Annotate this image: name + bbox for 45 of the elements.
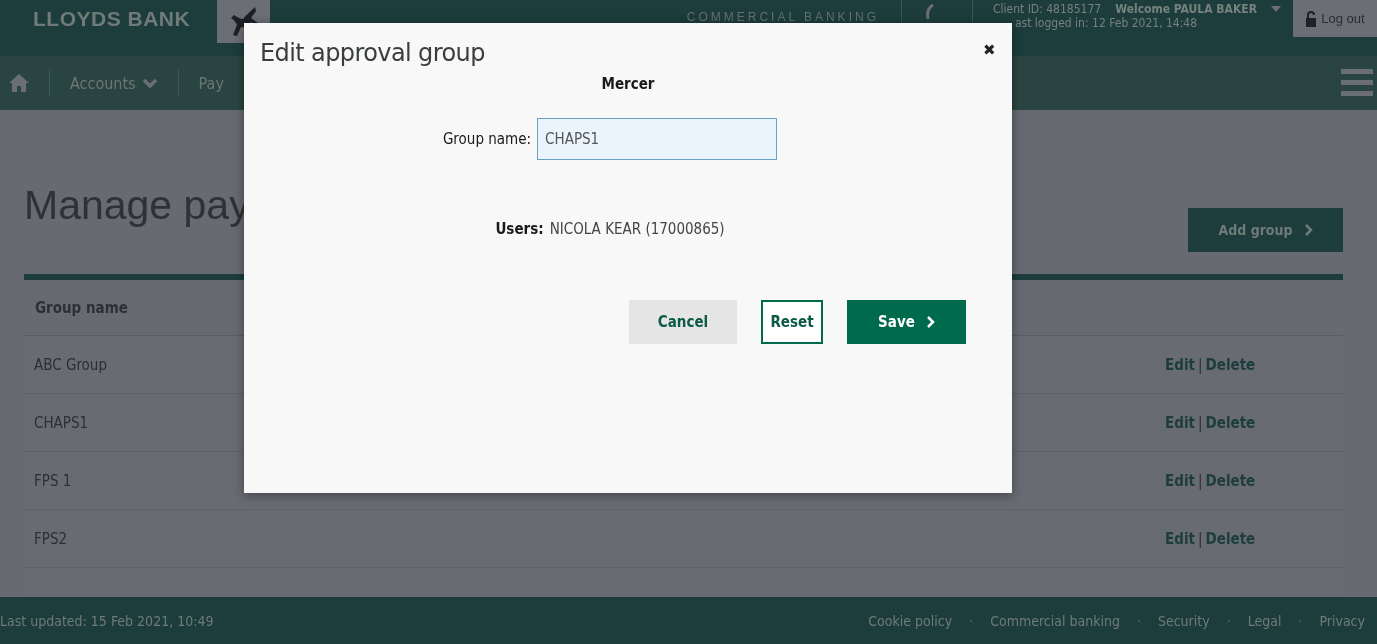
client-id: Client ID: 48185177 — [992, 2, 1102, 16]
save-button[interactable]: Save — [847, 300, 966, 344]
logout-button[interactable]: Log out — [1293, 0, 1377, 37]
company-name: Mercer — [600, 75, 656, 93]
segment-label: COMMERCIAL BANKING — [686, 9, 879, 26]
last-logged-in: ast logged in: 12 Feb 2021, 14:48 — [1014, 16, 1199, 30]
table-cell: FPS2 — [24, 509, 1155, 568]
footer-link[interactable]: Commercial banking — [990, 612, 1120, 629]
edit-link[interactable]: Edit — [1165, 529, 1195, 548]
delete-link[interactable]: Delete — [1205, 413, 1256, 432]
modal-title: Edit approval group — [260, 39, 485, 67]
field-label: Group name: — [442, 130, 532, 148]
padlock-icon — [1305, 10, 1318, 27]
footer-link[interactable]: Cookie policy — [868, 612, 953, 629]
footer-link[interactable]: Security — [1157, 612, 1210, 629]
link-separator: | — [1197, 529, 1203, 548]
reset-button[interactable]: Reset — [761, 300, 823, 344]
close-button[interactable]: ✖ — [983, 41, 996, 59]
link-separator: | — [1197, 355, 1203, 374]
phone-icon[interactable] — [923, 4, 934, 20]
welcome-user[interactable]: Welcome PAULA BAKER — [1115, 2, 1257, 16]
last-updated: Last updated: 15 Feb 2021, 10:49 — [0, 612, 214, 629]
users-value: NICOLA KEAR (17000865) — [549, 220, 725, 238]
edit-link[interactable]: Edit — [1165, 413, 1195, 432]
bank-logo: LLOYDS BANK — [33, 7, 191, 32]
delete-link[interactable]: Delete — [1205, 471, 1256, 490]
caret-icon[interactable] — [1271, 6, 1281, 12]
link-separator: | — [1197, 413, 1203, 432]
group-name-field[interactable]: CHAPS1 — [537, 118, 778, 160]
nav-item[interactable]: Pay — [178, 73, 244, 93]
footer-link[interactable]: Legal — [1247, 612, 1282, 629]
cancel-button[interactable]: Cancel — [629, 300, 737, 344]
nav-item[interactable]: Accounts — [50, 73, 178, 93]
footer-link[interactable]: Privacy — [1319, 612, 1365, 629]
edit-link[interactable]: Edit — [1165, 355, 1195, 374]
edit-link[interactable]: Edit — [1165, 471, 1195, 490]
delete-link[interactable]: Delete — [1205, 529, 1256, 548]
chevron-right-icon — [926, 316, 935, 328]
delete-link[interactable]: Delete — [1205, 355, 1256, 374]
users-label: Users: — [495, 220, 544, 238]
add-group-button[interactable]: Add group — [1188, 208, 1343, 252]
home-icon[interactable] — [9, 74, 29, 92]
menu-icon[interactable] — [1341, 69, 1373, 97]
chevron-right-icon — [1304, 224, 1313, 236]
link-separator: | — [1197, 471, 1203, 490]
